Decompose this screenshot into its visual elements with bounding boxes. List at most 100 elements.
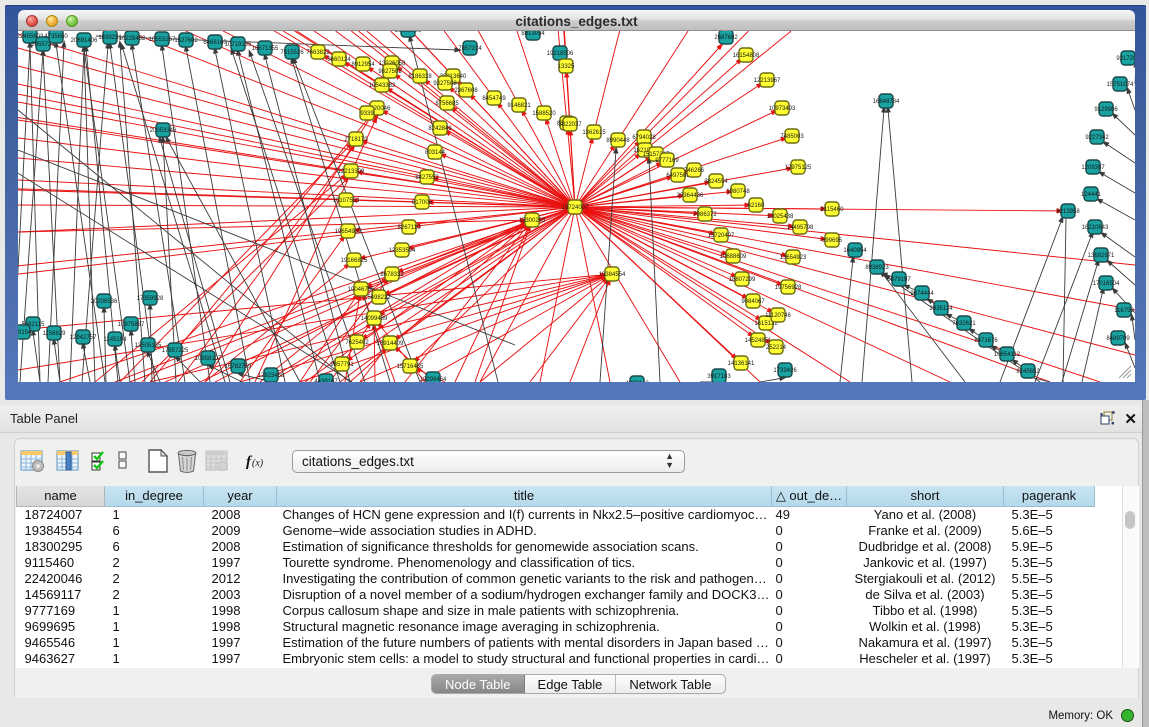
svg-text:17016504: 17016504 [1093,281,1120,287]
svg-text:(x): (x) [252,458,264,469]
svg-text:16671355: 16671355 [252,46,279,52]
svg-text:15716485: 15716485 [397,364,424,370]
svg-text:8427552: 8427552 [415,175,439,181]
svg-text:10958107: 10958107 [195,356,222,362]
svg-text:746266: 746266 [684,168,705,174]
svg-text:16210643: 16210643 [1082,225,1109,231]
svg-text:10543382: 10543382 [369,83,396,89]
svg-text:252214: 252214 [766,345,787,351]
svg-text:10025438: 10025438 [767,214,794,220]
svg-text:11120746: 11120746 [765,313,791,319]
svg-text:19654935: 19654935 [335,229,362,235]
svg-text:1588520: 1588520 [532,111,556,117]
svg-text:16648784: 16648784 [873,99,900,105]
svg-text:9327508: 9327508 [433,81,457,87]
svg-text:16914409: 16914409 [377,341,404,347]
svg-text:9115460: 9115460 [821,207,845,213]
svg-text:8267110: 8267110 [398,225,422,231]
svg-text:8186328: 8186328 [408,74,432,80]
svg-text:817006: 817006 [412,200,433,206]
svg-text:1156829: 1156829 [43,331,67,337]
svg-text:15751074: 15751074 [1107,82,1134,88]
svg-text:10719135: 10719135 [225,42,252,48]
svg-text:20691406: 20691406 [71,38,98,44]
svg-text:2367608: 2367608 [454,88,478,94]
svg-text:9084067: 9084067 [741,299,765,305]
svg-text:16154808: 16154808 [733,53,760,59]
svg-text:20206536: 20206536 [91,299,118,305]
svg-text:7663822: 7663822 [306,50,330,56]
svg-text:10654112: 10654112 [994,352,1021,358]
svg-text:7485003: 7485003 [780,134,804,140]
svg-text:1209387: 1209387 [1081,165,1105,171]
svg-text:1080748: 1080748 [726,189,750,195]
svg-text:7515526: 7515526 [280,50,304,56]
svg-text:8489709: 8489709 [1106,336,1130,342]
svg-text:12505135: 12505135 [135,343,162,349]
svg-text:20364436: 20364436 [677,193,704,199]
svg-text:13654923: 13654923 [780,255,807,261]
svg-text:9227342: 9227342 [1085,135,1109,141]
svg-text:10975887: 10975887 [118,322,145,328]
svg-text:8213958: 8213958 [1056,209,1080,215]
svg-text:9129906: 9129906 [1094,107,1118,113]
svg-text:2687682: 2687682 [714,35,738,41]
svg-text:8454749: 8454749 [482,96,506,102]
svg-text:19384554: 19384554 [599,272,626,278]
svg-text:6794028: 6794028 [632,135,656,141]
svg-text:1145194: 1145194 [104,337,128,343]
svg-text:12213309: 12213309 [338,169,365,175]
svg-text:9245652: 9245652 [1016,369,1040,375]
svg-text:8242848: 8242848 [428,126,452,132]
svg-text:8990448: 8990448 [606,138,630,144]
svg-text:3917183: 3917183 [707,374,731,380]
svg-text:19756928: 19756928 [775,285,802,291]
svg-text:9657791: 9657791 [330,362,354,368]
svg-text:7857224: 7857224 [458,46,482,52]
svg-text:8660124: 8660124 [327,57,351,63]
svg-text:17957225: 17957225 [162,348,189,354]
svg-text:14495798: 14495798 [787,225,814,231]
svg-text:9339: 9339 [360,111,374,117]
svg-text:1362615: 1362615 [582,130,606,136]
svg-text:7625402: 7625402 [345,340,369,346]
svg-text:8813054: 8813054 [521,31,545,37]
svg-text:8938923: 8938923 [865,265,889,271]
svg-text:699695: 699695 [822,238,843,244]
svg-text:1527602: 1527602 [174,38,198,44]
svg-text:7986372: 7986372 [693,212,717,218]
svg-text:10107553: 10107553 [333,198,360,204]
svg-text:39154: 39154 [18,330,32,336]
svg-text:5498222: 5498222 [367,295,391,301]
svg-text:8678332: 8678332 [380,272,404,278]
svg-text:124441: 124441 [1081,192,1102,198]
svg-text:3824554: 3824554 [704,179,728,185]
svg-text:12975125: 12975125 [785,165,812,171]
svg-text:2935114: 2935114 [930,306,954,312]
svg-text:9777169: 9777169 [655,158,679,164]
svg-text:9827503: 9827503 [378,69,402,75]
svg-text:19166825: 19166825 [341,258,368,264]
svg-text:8756685: 8756685 [435,101,459,107]
svg-text:10228452: 10228452 [119,36,146,42]
svg-text:15720407: 15720407 [708,233,735,239]
svg-text:9146821: 9146821 [507,103,531,109]
svg-text:8912954: 8912954 [351,62,375,68]
svg-text:12213967: 12213967 [754,78,781,84]
svg-text:4839143: 4839143 [625,381,649,382]
svg-text:20053346: 20053346 [150,128,177,134]
svg-text:9674444: 9674444 [910,291,934,297]
svg-text:16782759: 16782759 [225,364,252,370]
svg-text:15300293: 15300293 [519,218,546,224]
svg-text:10046786: 10046786 [348,287,375,293]
svg-text:14524851: 14524851 [745,338,772,344]
svg-text:4439167: 4439167 [314,379,338,382]
svg-text:10688609: 10688609 [720,254,747,260]
svg-text:10973493: 10973493 [769,106,796,112]
svg-text:14099489: 14099489 [361,316,388,322]
svg-text:8471676: 8471676 [974,338,998,344]
svg-text:18724007: 18724007 [562,205,589,211]
svg-text:16033809: 16033809 [395,31,422,34]
svg-text:18807299: 18807299 [729,277,756,283]
svg-text:1640954: 1640954 [843,248,867,254]
